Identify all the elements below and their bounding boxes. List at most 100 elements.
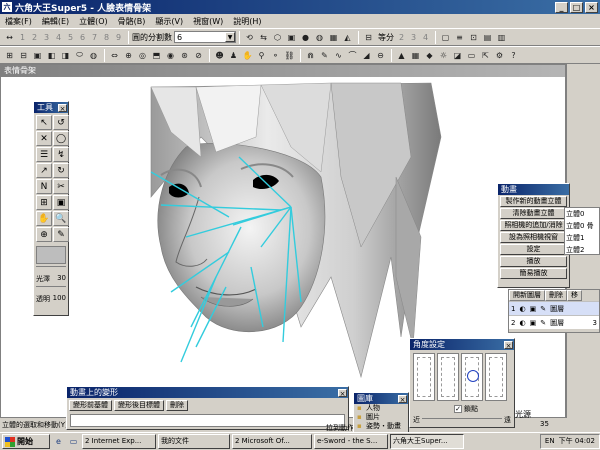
- light-icon[interactable]: ☼: [437, 49, 450, 62]
- transparency-slider[interactable]: [36, 286, 66, 292]
- menu-bone[interactable]: 骨骼(B): [113, 16, 151, 27]
- export-icon[interactable]: ⇱: [479, 49, 492, 62]
- triangle-icon[interactable]: ◭: [341, 31, 354, 44]
- paint-icon[interactable]: ▲: [395, 49, 408, 62]
- color-icon[interactable]: ◆: [423, 49, 436, 62]
- task-internet-explorer[interactable]: 2 Internet Exp...: [82, 434, 156, 449]
- task-microsoft-office[interactable]: 2 Microsoft Of...: [232, 434, 312, 449]
- view-8-button[interactable]: 8: [101, 31, 112, 44]
- help-icon[interactable]: ?: [507, 49, 520, 62]
- list-item[interactable]: 立體2: [565, 244, 599, 256]
- menu-view[interactable]: 顯示(V): [150, 16, 188, 27]
- view-3-button[interactable]: 3: [41, 31, 52, 44]
- cube-icon[interactable]: ▣: [31, 49, 44, 62]
- paint-tool-icon[interactable]: ✎: [53, 227, 69, 242]
- library-item-people[interactable]: 人物: [354, 404, 408, 413]
- desktop-icon[interactable]: ▭: [67, 435, 80, 448]
- view-6-button[interactable]: 6: [77, 31, 88, 44]
- lock-icon[interactable]: ▣: [528, 305, 539, 313]
- edit-icon[interactable]: ✎: [538, 319, 548, 327]
- edit-icon[interactable]: ✎: [538, 305, 548, 313]
- frame-icon[interactable]: ▢: [439, 31, 452, 44]
- arrow-icon[interactable]: ↔: [3, 31, 16, 44]
- angle-cell[interactable]: [437, 353, 459, 401]
- path-tool-icon[interactable]: Ν: [36, 179, 52, 194]
- magnet-icon[interactable]: ⋒: [304, 49, 317, 62]
- visibility-icon[interactable]: ◐: [517, 305, 527, 313]
- hole-icon[interactable]: ◎: [136, 49, 149, 62]
- mirror-icon[interactable]: ⇔: [108, 49, 121, 62]
- layer-row[interactable]: 1 ◐ ▣ ✎ 圖層: [509, 301, 599, 315]
- center-icon[interactable]: ⊕: [122, 49, 135, 62]
- lathe-icon[interactable]: ⊖: [374, 49, 387, 62]
- task-e-sword[interactable]: e-Sword - the S...: [314, 434, 388, 449]
- library-item-poses[interactable]: 姿勢・動畫: [354, 422, 408, 431]
- equal-3-button[interactable]: 3: [408, 31, 419, 44]
- body-icon[interactable]: ♟: [227, 49, 240, 62]
- view-5-button[interactable]: 5: [65, 31, 76, 44]
- curve-icon[interactable]: ⌒: [346, 49, 359, 62]
- smooth-icon[interactable]: ◉: [164, 49, 177, 62]
- division-select[interactable]: 6 ▼: [174, 31, 236, 43]
- shade-icon[interactable]: ◧: [45, 49, 58, 62]
- close-icon[interactable]: ×: [58, 103, 67, 113]
- globe-icon[interactable]: ◍: [313, 31, 326, 44]
- list-item[interactable]: 立體0 骨: [565, 220, 599, 232]
- box-icon[interactable]: ⊡: [467, 31, 480, 44]
- menu-object[interactable]: 立體(O): [74, 16, 113, 27]
- angle-cell[interactable]: [413, 353, 435, 401]
- library-item-images[interactable]: 圖片: [354, 413, 408, 422]
- delete-button[interactable]: 刪除: [166, 400, 188, 411]
- angle-cell[interactable]: [485, 353, 507, 401]
- bevel-icon[interactable]: ◢: [360, 49, 373, 62]
- globe-icon[interactable]: ⊛: [178, 49, 191, 62]
- hatch-icon[interactable]: ▤: [481, 31, 494, 44]
- joint-icon[interactable]: ⚬: [269, 49, 282, 62]
- move-tool-icon[interactable]: ↗: [36, 163, 52, 178]
- start-button[interactable]: 開始: [2, 434, 50, 449]
- box-tool-icon[interactable]: ▣: [53, 195, 69, 210]
- list-item[interactable]: 立體1: [565, 232, 599, 244]
- minimize-button[interactable]: _: [555, 1, 568, 13]
- equal-2-button[interactable]: 2: [396, 31, 407, 44]
- view-7-button[interactable]: 7: [89, 31, 100, 44]
- cut-tool-icon[interactable]: ✂: [53, 179, 69, 194]
- snap-checkbox[interactable]: ✓: [454, 405, 462, 413]
- sphere-icon[interactable]: ●: [299, 31, 312, 44]
- pre-deform-base-button[interactable]: 變形前基體: [69, 400, 112, 411]
- angle-cell[interactable]: [461, 353, 483, 401]
- close-icon[interactable]: ×: [398, 394, 407, 404]
- rotate-icon[interactable]: ⟲: [243, 31, 256, 44]
- head-icon[interactable]: ☻: [213, 49, 226, 62]
- settings-button[interactable]: 設定: [500, 244, 567, 255]
- set-camera-view-button[interactable]: 設為照相機視窗: [500, 232, 567, 243]
- lasso-tool-icon[interactable]: ↯: [53, 147, 69, 162]
- gloss-slider[interactable]: [36, 266, 66, 272]
- link-icon[interactable]: ⛓: [283, 49, 296, 62]
- texture-icon[interactable]: ▦: [409, 49, 422, 62]
- add-point-tool-icon[interactable]: ⊕: [36, 227, 52, 242]
- close-icon[interactable]: ×: [338, 388, 347, 398]
- distance-slider[interactable]: [422, 418, 502, 422]
- hand-icon[interactable]: ✋: [241, 49, 254, 62]
- delete-layer-button[interactable]: 刪除: [545, 290, 567, 301]
- zoom-tool-icon[interactable]: 🔍: [53, 211, 69, 226]
- split-icon[interactable]: ⊘: [192, 49, 205, 62]
- play-button[interactable]: 播放: [500, 256, 567, 267]
- view-9-button[interactable]: 9: [113, 31, 124, 44]
- circle-tool-icon[interactable]: ◯: [53, 131, 69, 146]
- menu-help[interactable]: 說明(H): [228, 16, 266, 27]
- view-4-button[interactable]: 4: [53, 31, 64, 44]
- lines-tool-icon[interactable]: ☰: [36, 147, 52, 162]
- grid-view-icon[interactable]: ⊞: [3, 49, 16, 62]
- grid-tool-icon[interactable]: ⊞: [36, 195, 52, 210]
- select-tool-icon[interactable]: ↖: [36, 115, 52, 130]
- ie-icon[interactable]: e: [52, 435, 65, 448]
- rotate-tool-icon[interactable]: ↺: [53, 115, 69, 130]
- task-my-documents[interactable]: 我的文件: [158, 434, 230, 449]
- wave-icon[interactable]: ∿: [332, 49, 345, 62]
- crosshair-icon[interactable]: [467, 370, 479, 382]
- brush-icon[interactable]: ✎: [318, 49, 331, 62]
- clear-animation-object-button[interactable]: 清除動畫立體: [500, 208, 567, 219]
- menu-edit[interactable]: 編輯(E): [37, 16, 74, 27]
